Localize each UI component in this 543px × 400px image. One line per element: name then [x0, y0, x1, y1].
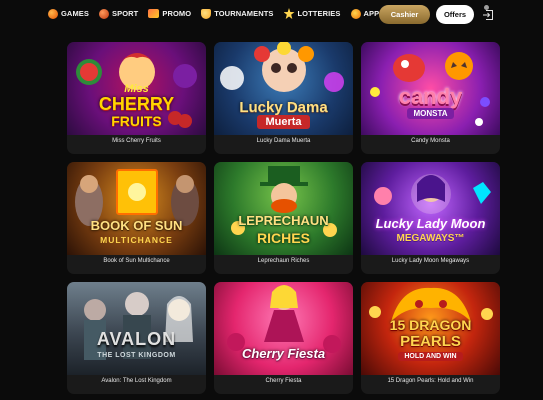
game-card[interactable]: Miss CHERRY FRUITS Miss Cherry Fruits: [67, 42, 206, 154]
game-logo-line: Lucky Lady Moon: [375, 216, 486, 231]
game-title: Leprechaun Riches: [257, 258, 310, 264]
game-title: Book of Sun Multichance: [103, 258, 170, 264]
game-title: Lucky Dama Muerta: [256, 138, 311, 144]
game-thumbnail: Cherry Fiesta: [214, 282, 353, 375]
nav-promo-label: PROMO: [162, 9, 192, 18]
game-logo-line: HOLD AND WIN: [361, 352, 500, 361]
game-thumbnail: 15 DRAGON PEARLS HOLD AND WIN: [361, 282, 500, 375]
game-logo-line: 15 DRAGON: [389, 317, 472, 333]
game-thumbnail: candy MONSTA: [361, 42, 500, 135]
games-icon: [48, 8, 58, 19]
nav-promo[interactable]: PROMO: [148, 9, 191, 18]
sport-ball-icon: [99, 8, 110, 19]
game-thumbnail: AVALON THE LOST KINGDOM: [67, 282, 206, 375]
top-navigation: GAMES SPORT PROMO TOURNAMENTS LOTTERIES …: [0, 0, 543, 30]
game-logo-line: MONSTA: [361, 108, 500, 119]
game-grid: Miss CHERRY FRUITS Miss Cherry Fruits Lu…: [67, 42, 501, 394]
game-logo-line: THE LOST KINGDOM: [97, 352, 176, 359]
game-card[interactable]: candy MONSTA Candy Monsta: [361, 42, 500, 154]
logout-icon[interactable]: [482, 9, 494, 21]
game-card[interactable]: Lucky Dama Muerta Lucky Dama Muerta: [214, 42, 353, 154]
cherry-fiesta-artwork: [227, 285, 341, 353]
game-logo-banner: Muerta: [257, 115, 310, 129]
game-thumbnail: BOOK OF SUN MULTICHANCE: [67, 162, 206, 255]
game-logo-line: Cherry Fiesta: [241, 346, 326, 361]
game-card[interactable]: Cherry Fiesta Cherry Fiesta: [214, 282, 353, 394]
offers-button[interactable]: Offers: [436, 5, 474, 24]
game-thumbnail: LEPRECHAUN RICHES: [214, 162, 353, 255]
game-logo-line: BOOK OF SUN: [90, 218, 183, 233]
game-title: Avalon: The Lost Kingdom: [101, 378, 172, 384]
nav-tournaments[interactable]: TOURNAMENTS: [201, 8, 274, 19]
game-card[interactable]: BOOK OF SUN MULTICHANCE Book of Sun Mult…: [67, 162, 206, 274]
game-logo-line: PEARLS: [400, 333, 461, 350]
game-logo-banner: MONSTA: [407, 108, 454, 119]
game-card[interactable]: LEPRECHAUN RICHES Leprechaun Riches: [214, 162, 353, 274]
game-title: Candy Monsta: [411, 138, 450, 144]
game-logo-line: MEGAWAYS™: [396, 233, 465, 244]
nav-lotteries[interactable]: LOTTERIES: [283, 8, 341, 19]
game-thumbnail: Lucky Lady Moon MEGAWAYS™: [361, 162, 500, 255]
game-card[interactable]: AVALON THE LOST KINGDOM Avalon: The Lost…: [67, 282, 206, 394]
game-title: 15 Dragon Pearls: Hold and Win: [387, 378, 474, 384]
game-logo-line: RICHES: [257, 230, 310, 246]
game-logo-line: Muerta: [214, 115, 353, 129]
game-card[interactable]: Lucky Lady Moon MEGAWAYS™ Lucky Lady Moo…: [361, 162, 500, 274]
game-logo-line: CHERRY: [98, 94, 175, 114]
game-logo-line: candy: [398, 84, 463, 109]
nav-tournaments-label: TOURNAMENTS: [214, 9, 274, 18]
game-logo-line: MULTICHANCE: [100, 235, 173, 245]
game-logo-line: LEPRECHAUN: [238, 213, 329, 228]
game-logo-line: FRUITS: [111, 113, 162, 129]
game-title: Lucky Lady Moon Megaways: [391, 258, 470, 264]
game-logo-line: AVALON: [96, 329, 177, 349]
game-thumbnail: Lucky Dama Muerta: [214, 42, 353, 135]
game-title: Cherry Fiesta: [265, 378, 302, 384]
nav-sport-label: SPORT: [112, 9, 139, 18]
game-thumbnail: Miss CHERRY FRUITS: [67, 42, 206, 135]
promo-ticket-icon: [148, 9, 160, 18]
app-icon: [350, 8, 361, 19]
game-logo-line: Lucky Dama: [239, 99, 328, 116]
game-card[interactable]: 15 DRAGON PEARLS HOLD AND WIN 15 Dragon …: [361, 282, 500, 394]
nav-games[interactable]: GAMES: [48, 8, 90, 19]
nav-lotteries-label: LOTTERIES: [297, 9, 341, 18]
game-title: Miss Cherry Fruits: [112, 138, 161, 144]
main-nav: GAMES SPORT PROMO TOURNAMENTS LOTTERIES …: [48, 8, 415, 19]
nav-games-label: GAMES: [61, 9, 90, 18]
cashier-button[interactable]: Cashier: [379, 5, 430, 24]
star-icon: [283, 8, 295, 19]
trophy-icon: [201, 8, 212, 19]
game-logo-banner: HOLD AND WIN: [398, 352, 463, 361]
nav-sport[interactable]: SPORT: [99, 8, 139, 19]
